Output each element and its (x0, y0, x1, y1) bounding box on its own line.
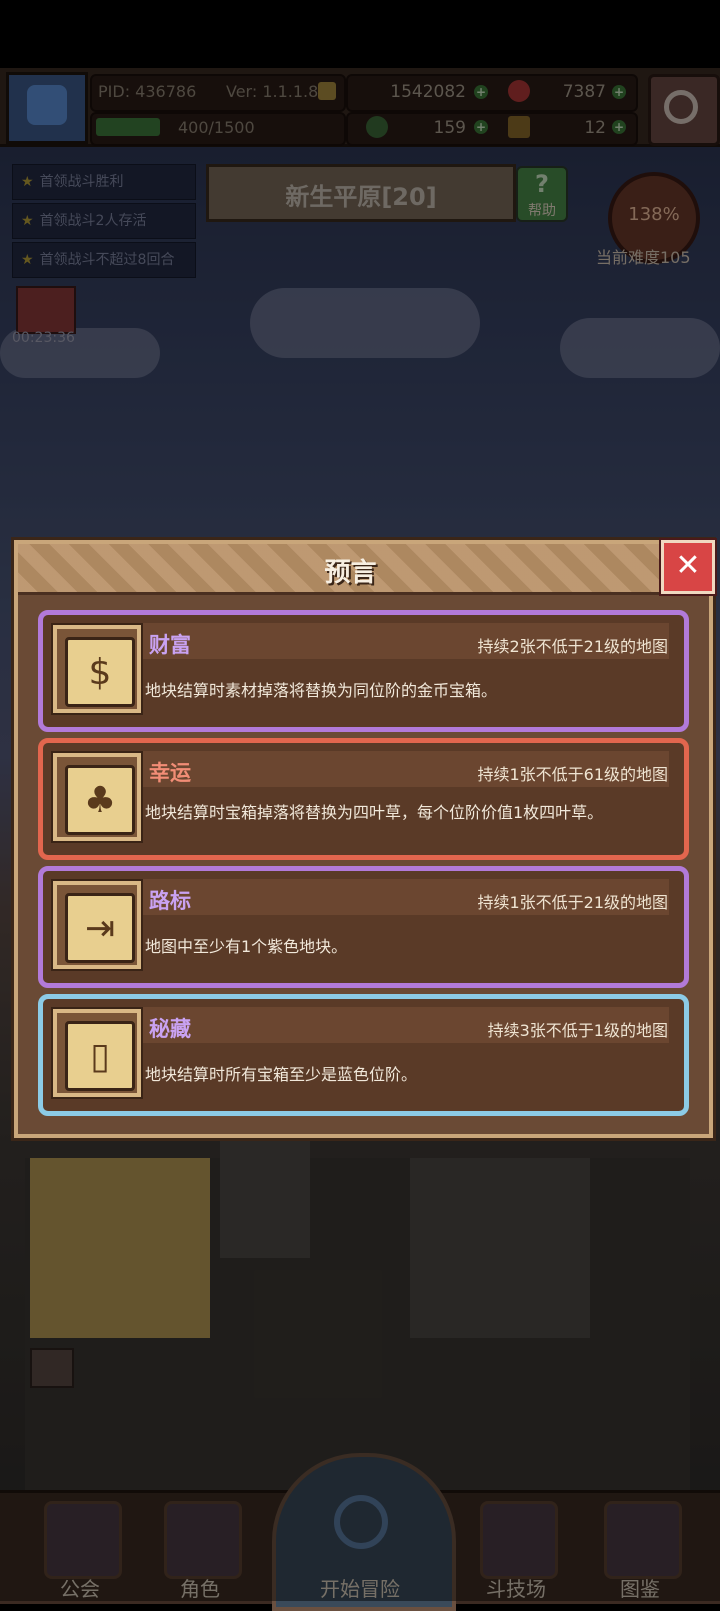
prophecy-card-luck[interactable]: ♣ 幸运 持续1张不低于61级的地图 地块结算时宝箱掉落将替换为四叶草，每个位阶… (38, 738, 689, 860)
card-duration: 持续1张不低于61级的地图 (477, 765, 668, 784)
card-description: 地块结算时素材掉落将替换为同位阶的金币宝箱。 (145, 681, 498, 700)
card-icon-frame: ▯ (53, 1009, 141, 1097)
signpost-icon: ⇥ (65, 893, 135, 963)
scroll-icon: ▯ (65, 1021, 135, 1091)
close-button[interactable]: ✕ (661, 540, 715, 594)
close-icon: ✕ (675, 548, 701, 583)
clover-icon: ♣ (65, 765, 135, 835)
prophecy-card-wealth[interactable]: $ 财富 持续2张不低于21级的地图 地块结算时素材掉落将替换为同位阶的金币宝箱… (38, 610, 689, 732)
card-icon-frame: $ (53, 625, 141, 713)
card-duration: 持续2张不低于21级的地图 (477, 637, 668, 656)
card-name: 财富 (149, 633, 191, 657)
card-icon-frame: ♣ (53, 753, 141, 841)
card-name: 幸运 (149, 761, 191, 785)
card-description: 地图中至少有1个紫色地块。 (145, 937, 348, 956)
card-duration: 持续1张不低于21级的地图 (477, 893, 668, 912)
dialog-header: 预言 (18, 544, 683, 595)
card-duration: 持续3张不低于1级的地图 (487, 1021, 668, 1040)
card-description: 地块结算时所有宝箱至少是蓝色位阶。 (145, 1065, 418, 1084)
card-description: 地块结算时宝箱掉落将替换为四叶草，每个位阶价值1枚四叶草。 (145, 803, 604, 822)
dialog-title: 预言 (324, 558, 377, 588)
coins-icon: $ (65, 637, 135, 707)
card-name: 秘藏 (149, 1017, 191, 1041)
card-name: 路标 (149, 889, 191, 913)
prophecy-card-hidden-treasure[interactable]: ▯ 秘藏 持续3张不低于1级的地图 地块结算时所有宝箱至少是蓝色位阶。 (38, 994, 689, 1116)
prophecy-card-signpost[interactable]: ⇥ 路标 持续1张不低于21级的地图 地图中至少有1个紫色地块。 (38, 866, 689, 988)
card-icon-frame: ⇥ (53, 881, 141, 969)
prophecy-dialog: 预言 ✕ $ 财富 持续2张不低于21级的地图 地块结算时素材掉落将替换为同位阶… (14, 540, 715, 1138)
